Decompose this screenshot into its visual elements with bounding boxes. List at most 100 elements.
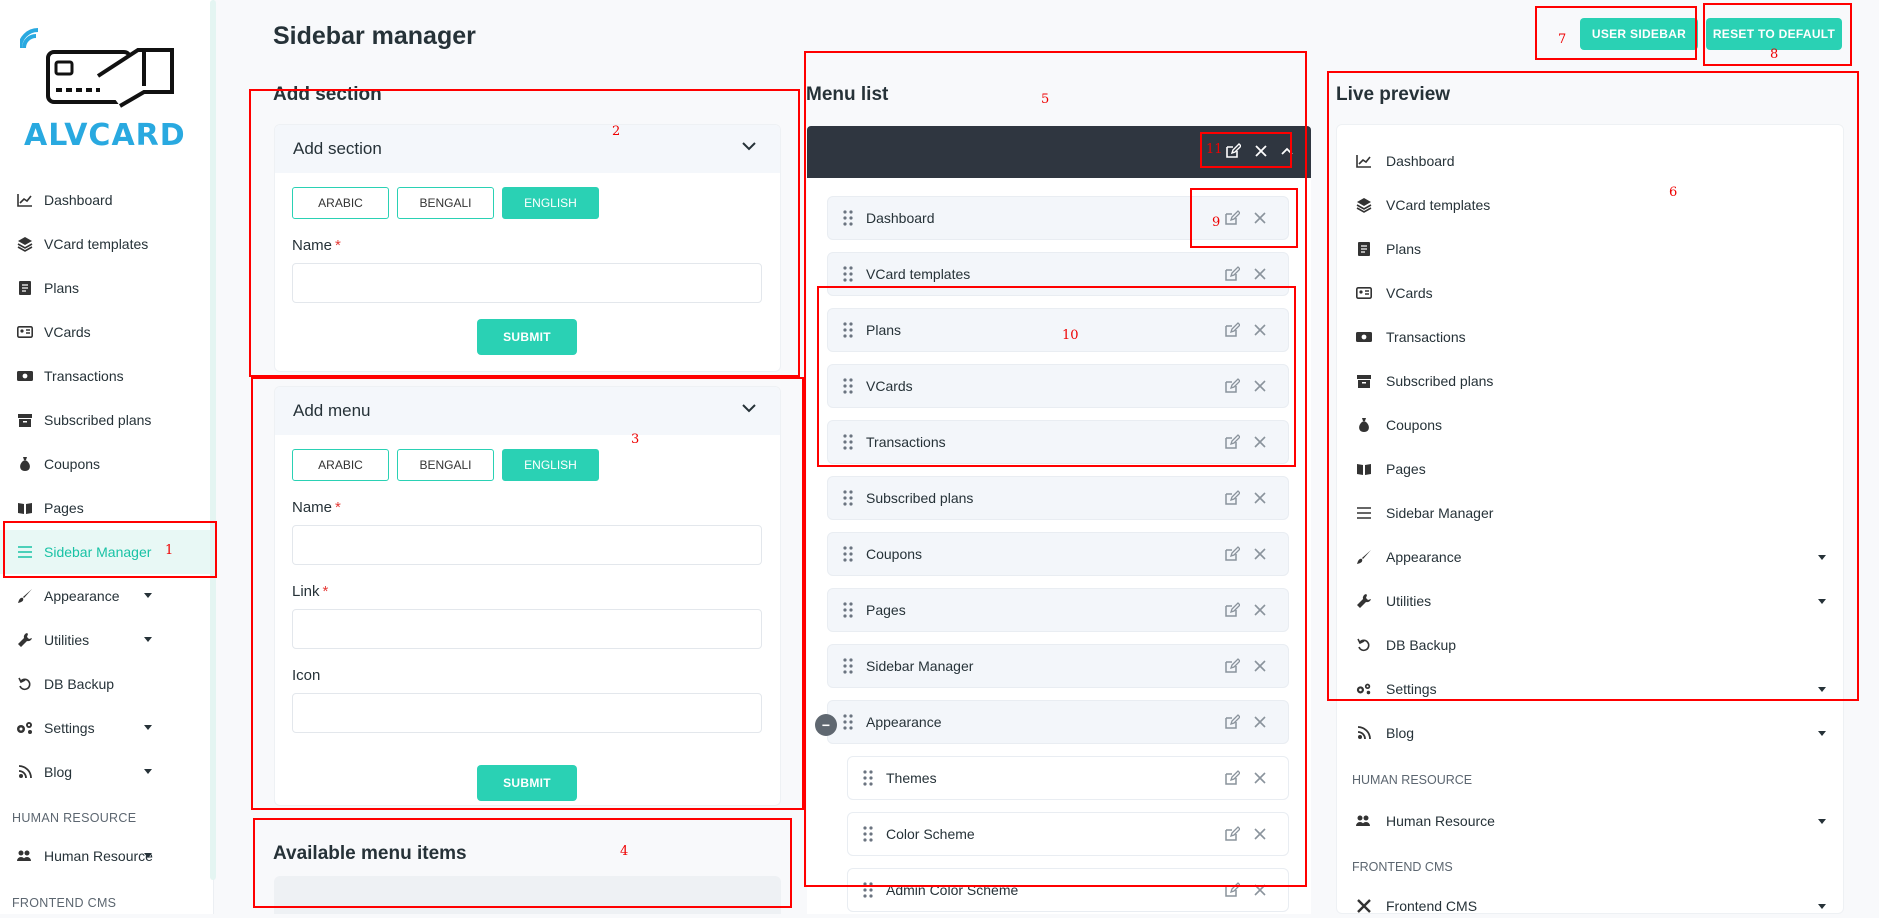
add-section-card-header[interactable]: Add section <box>275 125 780 173</box>
close-icon[interactable] <box>1252 266 1268 285</box>
menu-list-item[interactable]: Transactions <box>827 420 1289 464</box>
sidebar-item-subscribed-plans[interactable]: Subscribed plans <box>0 398 214 442</box>
close-icon[interactable] <box>1252 546 1268 565</box>
drag-handle-icon[interactable] <box>862 881 874 899</box>
edit-icon[interactable] <box>1225 143 1241 159</box>
logo[interactable]: ALVCARD <box>18 26 185 156</box>
drag-handle-icon[interactable] <box>842 209 854 227</box>
add-menu-name-input[interactable] <box>292 525 762 565</box>
sidebar-item-utilities[interactable]: Utilities <box>0 618 214 662</box>
menu-list-item[interactable]: Color Scheme <box>847 812 1289 856</box>
chevron-up-icon[interactable] <box>1279 143 1295 159</box>
close-icon[interactable] <box>1252 882 1268 901</box>
menu-list-item[interactable]: Appearance <box>827 700 1289 744</box>
preview-item-frontend-cms[interactable]: Frontend CMS <box>1356 894 1826 918</box>
close-icon[interactable] <box>1252 826 1268 845</box>
drag-handle-icon[interactable] <box>862 769 874 787</box>
chevron-down-icon[interactable] <box>742 141 756 151</box>
reset-to-default-button[interactable]: RESET TO DEFAULT <box>1706 18 1842 50</box>
preview-item-transactions[interactable]: Transactions <box>1356 325 1826 349</box>
language-tab-bengali[interactable]: BENGALI <box>397 187 494 219</box>
sidebar-item-sidebar-manager[interactable]: Sidebar Manager <box>0 530 214 574</box>
close-icon[interactable] <box>1252 210 1268 229</box>
edit-icon[interactable] <box>1224 770 1241 789</box>
edit-icon[interactable] <box>1224 490 1241 509</box>
menu-list-item[interactable]: VCard templates <box>827 252 1289 296</box>
close-icon[interactable] <box>1252 658 1268 677</box>
menu-list-item[interactable]: Pages <box>827 588 1289 632</box>
drag-handle-icon[interactable] <box>842 321 854 339</box>
sidebar-item-vcards[interactable]: VCards <box>0 310 214 354</box>
sidebar-item-human-resource[interactable]: Human Resource <box>0 834 214 878</box>
edit-icon[interactable] <box>1224 658 1241 677</box>
menu-list-item[interactable]: Admin Color Scheme <box>847 868 1289 912</box>
sidebar-item-settings[interactable]: Settings <box>0 706 214 750</box>
add-section-name-input[interactable] <box>292 263 762 303</box>
preview-item-vcards[interactable]: VCards <box>1356 281 1826 305</box>
edit-icon[interactable] <box>1224 266 1241 285</box>
menu-list-item[interactable]: Sidebar Manager <box>827 644 1289 688</box>
sidebar-scrollbar[interactable] <box>210 0 216 880</box>
edit-icon[interactable] <box>1224 882 1241 901</box>
preview-item-human-resource[interactable]: Human Resource <box>1356 809 1826 833</box>
preview-item-plans[interactable]: Plans <box>1356 237 1826 261</box>
drag-handle-icon[interactable] <box>842 265 854 283</box>
close-icon[interactable] <box>1252 770 1268 789</box>
preview-item-utilities[interactable]: Utilities <box>1356 589 1826 613</box>
add-menu-submit-button[interactable]: SUBMIT <box>477 765 577 801</box>
edit-icon[interactable] <box>1224 434 1241 453</box>
sidebar-item-plans[interactable]: Plans <box>0 266 214 310</box>
close-icon[interactable] <box>1252 378 1268 397</box>
drag-handle-icon[interactable] <box>842 713 854 731</box>
menu-list-item[interactable]: Subscribed plans <box>827 476 1289 520</box>
add-section-submit-button[interactable]: SUBMIT <box>477 319 577 355</box>
language-tab-english[interactable]: ENGLISH <box>502 187 599 219</box>
chevron-down-icon[interactable] <box>742 403 756 413</box>
sidebar-item-appearance[interactable]: Appearance <box>0 574 214 618</box>
user-sidebar-button[interactable]: USER SIDEBAR <box>1580 18 1698 50</box>
sidebar-item-db-backup[interactable]: DB Backup <box>0 662 214 706</box>
edit-icon[interactable] <box>1224 714 1241 733</box>
drag-handle-icon[interactable] <box>842 433 854 451</box>
add-menu-icon-input[interactable] <box>292 693 762 733</box>
add-menu-card-header[interactable]: Add menu <box>275 387 780 435</box>
sidebar-item-blog[interactable]: Blog <box>0 750 214 794</box>
close-icon[interactable] <box>1252 434 1268 453</box>
sidebar-item-coupons[interactable]: Coupons <box>0 442 214 486</box>
menu-list-item[interactable]: VCards <box>827 364 1289 408</box>
sidebar-item-vcard-templates[interactable]: VCard templates <box>0 222 214 266</box>
close-icon[interactable] <box>1252 714 1268 733</box>
preview-item-subscribed-plans[interactable]: Subscribed plans <box>1356 369 1826 393</box>
sidebar-item-transactions[interactable]: Transactions <box>0 354 214 398</box>
edit-icon[interactable] <box>1224 322 1241 341</box>
preview-item-db-backup[interactable]: DB Backup <box>1356 633 1826 657</box>
drag-handle-icon[interactable] <box>842 657 854 675</box>
close-icon[interactable] <box>1252 490 1268 509</box>
menu-list-item[interactable]: Plans <box>827 308 1289 352</box>
preview-item-sidebar-manager[interactable]: Sidebar Manager <box>1356 501 1826 525</box>
add-menu-link-input[interactable] <box>292 609 762 649</box>
preview-item-coupons[interactable]: Coupons <box>1356 413 1826 437</box>
close-icon[interactable] <box>1252 322 1268 341</box>
preview-item-dashboard[interactable]: Dashboard <box>1356 149 1826 173</box>
drag-handle-icon[interactable] <box>842 489 854 507</box>
drag-handle-icon[interactable] <box>862 825 874 843</box>
sidebar-item-pages[interactable]: Pages <box>0 486 214 530</box>
preview-item-blog[interactable]: Blog <box>1356 721 1826 745</box>
menu-list-item[interactable]: Coupons <box>827 532 1289 576</box>
menu-list-item[interactable]: Themes <box>847 756 1289 800</box>
close-icon[interactable] <box>1253 143 1269 159</box>
edit-icon[interactable] <box>1224 378 1241 397</box>
edit-icon[interactable] <box>1224 210 1241 229</box>
preview-item-vcard-templates[interactable]: VCard templates <box>1356 193 1826 217</box>
drag-handle-icon[interactable] <box>842 601 854 619</box>
preview-item-appearance[interactable]: Appearance <box>1356 545 1826 569</box>
preview-item-pages[interactable]: Pages <box>1356 457 1826 481</box>
language-tab-english[interactable]: ENGLISH <box>502 449 599 481</box>
close-icon[interactable] <box>1252 602 1268 621</box>
edit-icon[interactable] <box>1224 546 1241 565</box>
sidebar-item-dashboard[interactable]: Dashboard <box>0 178 214 222</box>
language-tab-bengali[interactable]: BENGALI <box>397 449 494 481</box>
language-tab-arabic[interactable]: ARABIC <box>292 449 389 481</box>
preview-item-settings[interactable]: Settings <box>1356 677 1826 701</box>
